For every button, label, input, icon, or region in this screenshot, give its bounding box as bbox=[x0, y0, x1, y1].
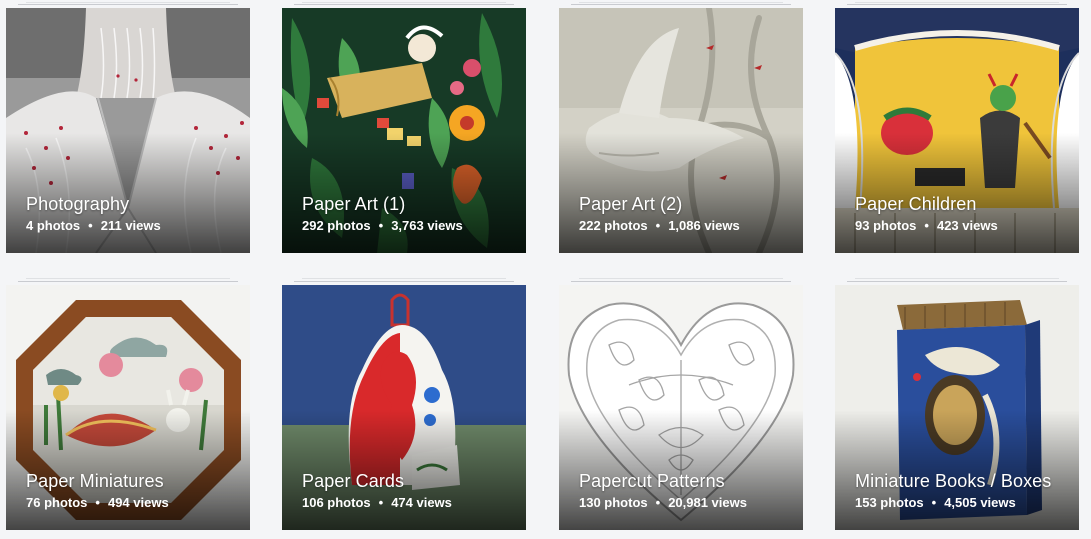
view-count: 423 views bbox=[936, 218, 998, 233]
stats-separator: • bbox=[924, 218, 929, 233]
album-card-paper-art-1[interactable]: Paper Art (1) 292 photos • 3,763 views bbox=[282, 8, 526, 253]
album-title[interactable]: Miniature Books / Boxes bbox=[855, 471, 1065, 491]
view-count: 4,505 views bbox=[944, 495, 1016, 510]
album-stack-edge bbox=[579, 278, 783, 279]
album-stack-edge bbox=[855, 278, 1059, 279]
photo-count: 93 photos bbox=[855, 218, 917, 233]
album-stats: 4 photos • 211 views bbox=[26, 218, 236, 234]
photo-count: 153 photos bbox=[855, 495, 924, 510]
photo-count: 106 photos bbox=[302, 495, 371, 510]
album-stack-edge bbox=[18, 4, 238, 5]
view-count: 3,763 views bbox=[391, 218, 463, 233]
album-stack-edge bbox=[26, 278, 230, 279]
album-caption: Paper Art (1) 292 photos • 3,763 views bbox=[302, 194, 512, 234]
album-card-papercut-patterns[interactable]: Papercut Patterns 130 photos • 20,981 view… bbox=[559, 285, 803, 530]
album-stats: 222 photos • 1,086 views bbox=[579, 218, 789, 234]
caption-gradient bbox=[835, 410, 1079, 530]
caption-gradient bbox=[559, 410, 803, 530]
album-caption: Papercut Patterns 130 photos • 20,981 view… bbox=[579, 471, 789, 511]
view-count: 494 views bbox=[107, 495, 169, 510]
stats-separator: • bbox=[655, 218, 661, 233]
album-title[interactable]: Paper Art (1) bbox=[302, 194, 512, 214]
album-stack-edge bbox=[847, 4, 1067, 5]
view-count: 474 views bbox=[391, 495, 452, 510]
album-stack-edge bbox=[855, 2, 1059, 3]
album-stats: 76 photos • 494 views bbox=[26, 495, 236, 511]
album-title[interactable]: Papercut Patterns bbox=[579, 471, 789, 491]
photo-count: 130 photos bbox=[579, 495, 648, 510]
album-stack-edge bbox=[302, 2, 506, 3]
caption-gradient bbox=[559, 133, 803, 253]
view-count: 20,981 views bbox=[668, 495, 747, 510]
stats-separator: • bbox=[95, 495, 100, 510]
caption-gradient bbox=[6, 133, 250, 253]
album-stack-edge bbox=[294, 281, 514, 282]
album-card-paper-art-2[interactable]: Paper Art (2) 222 photos • 1,086 views bbox=[559, 8, 803, 253]
album-stats: 292 photos • 3,763 views bbox=[302, 218, 512, 234]
photo-count: 222 photos bbox=[579, 218, 648, 233]
photo-count: 292 photos bbox=[302, 218, 371, 233]
view-count: 1,086 views bbox=[668, 218, 740, 233]
album-card-miniature-books-boxes[interactable]: Miniature Books / Boxes 153 photos • 4,505… bbox=[835, 285, 1079, 530]
album-caption: Paper Miniatures 76 photos • 494 views bbox=[26, 471, 236, 511]
caption-gradient bbox=[835, 133, 1079, 253]
photo-count: 76 photos bbox=[26, 495, 88, 510]
album-stack-edge bbox=[571, 281, 791, 282]
caption-gradient bbox=[6, 410, 250, 530]
album-stack-edge bbox=[294, 4, 514, 5]
album-caption: Photography 4 photos • 211 views bbox=[26, 194, 236, 234]
album-stack-edge bbox=[302, 278, 506, 279]
stats-separator: • bbox=[88, 218, 93, 233]
album-caption: Miniature Books / Boxes 153 photos • 4,505… bbox=[855, 471, 1065, 511]
caption-gradient bbox=[282, 133, 526, 253]
album-stack-edge bbox=[571, 4, 791, 5]
album-caption: Paper Cards 106 photos • 474 views bbox=[302, 471, 512, 511]
stats-separator: • bbox=[378, 218, 384, 233]
album-stats: 93 photos • 423 views bbox=[855, 218, 1065, 234]
stats-separator: • bbox=[655, 495, 661, 510]
album-stack-edge bbox=[26, 2, 230, 3]
album-stack-edge bbox=[579, 2, 783, 3]
album-stack-edge bbox=[18, 281, 238, 282]
album-caption: Paper Art (2) 222 photos • 1,086 views bbox=[579, 194, 789, 234]
view-count: 211 views bbox=[100, 218, 161, 233]
album-card-paper-cards[interactable]: Paper Cards 106 photos • 474 views bbox=[282, 285, 526, 530]
album-card-photography[interactable]: Photography 4 photos • 211 views bbox=[6, 8, 250, 253]
album-stats: 153 photos • 4,505 views bbox=[855, 495, 1065, 511]
photo-count: 4 photos bbox=[26, 218, 81, 233]
album-title[interactable]: Photography bbox=[26, 194, 236, 214]
album-title[interactable]: Paper Children bbox=[855, 194, 1065, 214]
album-card-paper-miniatures[interactable]: Paper Miniatures 76 photos • 494 views bbox=[6, 285, 250, 530]
album-title[interactable]: Paper Miniatures bbox=[26, 471, 236, 491]
album-stack-edge bbox=[847, 281, 1067, 282]
stats-separator: • bbox=[931, 495, 937, 510]
album-grid: Photography 4 photos • 211 views Paper A… bbox=[0, 0, 1091, 539]
caption-gradient bbox=[282, 410, 526, 530]
album-card-paper-children[interactable]: Paper Children 93 photos • 423 views bbox=[835, 8, 1079, 253]
album-caption: Paper Children 93 photos • 423 views bbox=[855, 194, 1065, 234]
stats-separator: • bbox=[378, 495, 384, 510]
album-stats: 106 photos • 474 views bbox=[302, 495, 512, 511]
album-title[interactable]: Paper Cards bbox=[302, 471, 512, 491]
album-title[interactable]: Paper Art (2) bbox=[579, 194, 789, 214]
album-stats: 130 photos • 20,981 views bbox=[579, 495, 789, 511]
